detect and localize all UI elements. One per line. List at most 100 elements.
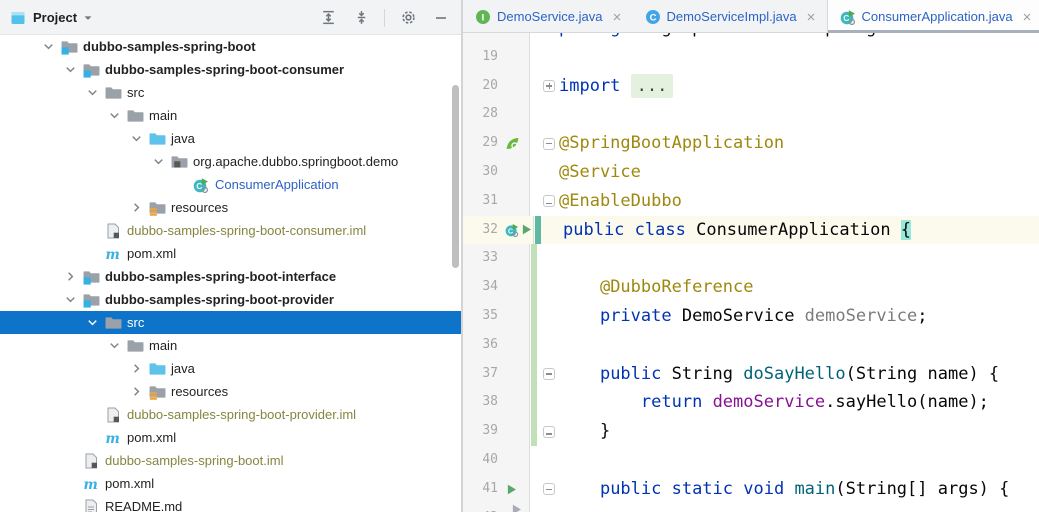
- vcs-change-bar: [529, 273, 539, 302]
- tree-item-org-apache-dubbo-springboot-demo[interactable]: org.apache.dubbo.springboot.demo: [0, 150, 461, 173]
- close-icon[interactable]: [1021, 11, 1033, 23]
- gutter-icons: [503, 302, 529, 331]
- code-text: [559, 331, 1039, 360]
- spring-boot-class-icon: C: [192, 177, 210, 193]
- fold-column: [539, 475, 559, 504]
- gutter-icons: [503, 331, 529, 360]
- vcs-change-bar: [529, 33, 539, 43]
- chevron-down-icon[interactable]: [146, 154, 170, 169]
- fold-column: [543, 216, 563, 245]
- tree-item-pom-xml[interactable]: mpom.xml: [0, 426, 461, 449]
- folder-icon: [126, 107, 144, 124]
- run-gray-icon[interactable]: [510, 503, 523, 512]
- tree-item-label: main: [149, 338, 177, 353]
- tree-item-label: resources: [171, 200, 228, 215]
- code-text: @SpringBootApplication: [559, 129, 1039, 158]
- chevron-down-icon[interactable]: [58, 292, 82, 307]
- chevron-right-icon[interactable]: [124, 200, 148, 215]
- code-editor[interactable]: package org.apache.dubbo.springboot.demo…: [463, 33, 1039, 512]
- gear-icon[interactable]: [398, 8, 418, 28]
- project-panel-title[interactable]: Project: [33, 10, 77, 25]
- fold-marker-minus[interactable]: [543, 368, 555, 380]
- chevron-down-icon[interactable]: [58, 62, 82, 77]
- tree-item-src[interactable]: src: [0, 311, 461, 334]
- tree-item-pom-xml[interactable]: mpom.xml: [0, 472, 461, 495]
- vcs-change-bar: [529, 504, 539, 512]
- fold-column: [539, 33, 559, 43]
- tree-item-main[interactable]: main: [0, 334, 461, 357]
- tree-item-resources[interactable]: resources: [0, 196, 461, 219]
- tree-item-label: dubbo-samples-spring-boot-provider.iml: [127, 407, 356, 422]
- tree-item-main[interactable]: main: [0, 104, 461, 127]
- close-icon[interactable]: [805, 11, 817, 23]
- fold-marker-minus[interactable]: [543, 483, 555, 495]
- tree-item-resources[interactable]: resources: [0, 380, 461, 403]
- tree-item-dubbo-samples-spring-boot-interface[interactable]: dubbo-samples-spring-boot-interface: [0, 265, 461, 288]
- project-toolwindow-icon[interactable]: [10, 10, 26, 26]
- spring-boot-small-icon[interactable]: C: [505, 223, 519, 237]
- code-text: [559, 446, 1039, 475]
- editor-tab-bar: IDemoService.javaCDemoServiceImpl.javaCC…: [463, 0, 1039, 33]
- editor-tab-demoserviceimpl-java[interactable]: CDemoServiceImpl.java: [633, 0, 827, 33]
- fold-marker-end[interactable]: [543, 195, 555, 207]
- project-tool-window: Project dubbo-samples-spring-bootdubbo-s…: [0, 0, 461, 512]
- svg-text:C: C: [196, 181, 202, 191]
- tree-item-dubbo-samples-spring-boot[interactable]: dubbo-samples-spring-boot: [0, 35, 461, 58]
- tree-item-dubbo-samples-spring-boot-iml[interactable]: dubbo-samples-spring-boot.iml: [0, 449, 461, 472]
- fold-marker-end[interactable]: [543, 426, 555, 438]
- tree-item-dubbo-samples-spring-boot-provider-iml[interactable]: dubbo-samples-spring-boot-provider.iml: [0, 403, 461, 426]
- gutter-icons: [503, 475, 529, 504]
- tree-item-dubbo-samples-spring-boot-provider[interactable]: dubbo-samples-spring-boot-provider: [0, 288, 461, 311]
- chevron-right-icon[interactable]: [58, 269, 82, 284]
- line-number: 35: [463, 302, 503, 331]
- resources-folder-icon: [148, 199, 166, 216]
- fold-column: [539, 331, 559, 360]
- line-number: 38: [463, 388, 503, 417]
- svg-text:m: m: [84, 476, 98, 491]
- code-text: public static void main(String[] args) {: [559, 475, 1039, 504]
- run-icon[interactable]: [505, 483, 518, 496]
- code-text: private DemoService demoService;: [559, 302, 1039, 331]
- fold-column: [539, 158, 559, 187]
- gutter-icons: [503, 388, 529, 417]
- tree-item-java[interactable]: java: [0, 357, 461, 380]
- gutter-icons: [503, 33, 529, 43]
- tree-item-label: java: [171, 361, 195, 376]
- chevron-right-icon[interactable]: [124, 361, 148, 376]
- tree-item-java[interactable]: java: [0, 127, 461, 150]
- code-line-37: 37 public String doSayHello(String name)…: [463, 360, 1039, 389]
- iml-file-icon: [82, 453, 100, 469]
- expand-all-button[interactable]: [318, 8, 338, 28]
- hide-panel-button[interactable]: [431, 8, 451, 28]
- chevron-right-icon[interactable]: [124, 384, 148, 399]
- chevron-down-icon[interactable]: [124, 131, 148, 146]
- code-line-20: 20import ...: [463, 72, 1039, 101]
- tree-item-dubbo-samples-spring-boot-consumer-iml[interactable]: dubbo-samples-spring-boot-consumer.iml: [0, 219, 461, 242]
- collapse-all-button[interactable]: [351, 8, 371, 28]
- close-icon[interactable]: [611, 11, 623, 23]
- chevron-down-icon[interactable]: [80, 85, 104, 100]
- fold-marker-plus[interactable]: [543, 80, 555, 92]
- tree-scrollbar[interactable]: [452, 85, 459, 268]
- chevron-down-icon[interactable]: [81, 11, 95, 25]
- chevron-down-icon[interactable]: [102, 338, 126, 353]
- tree-item-readme-md[interactable]: README.md: [0, 495, 461, 512]
- fold-marker-minus[interactable]: [543, 138, 555, 150]
- chevron-down-icon[interactable]: [36, 39, 60, 54]
- tree-item-dubbo-samples-spring-boot-consumer[interactable]: dubbo-samples-spring-boot-consumer: [0, 58, 461, 81]
- spring-bean-icon[interactable]: [505, 136, 520, 151]
- editor-tab-consumerapplication-java[interactable]: CConsumerApplication.java: [827, 0, 1039, 33]
- tree-item-src[interactable]: src: [0, 81, 461, 104]
- editor-tab-demoservice-java[interactable]: IDemoService.java: [463, 0, 633, 33]
- vcs-change-bar: [529, 72, 539, 101]
- chevron-down-icon[interactable]: [80, 315, 104, 330]
- chevron-down-icon[interactable]: [102, 108, 126, 123]
- tab-label: DemoServiceImpl.java: [667, 9, 797, 24]
- gutter-icons: [503, 244, 529, 273]
- gutter-icons: [503, 100, 529, 129]
- tree-item-pom-xml[interactable]: mpom.xml: [0, 242, 461, 265]
- line-number: 41: [463, 475, 503, 504]
- tree-item-consumerapplication[interactable]: CConsumerApplication: [0, 173, 461, 196]
- run-icon[interactable]: [520, 223, 533, 236]
- line-number: 40: [463, 446, 503, 475]
